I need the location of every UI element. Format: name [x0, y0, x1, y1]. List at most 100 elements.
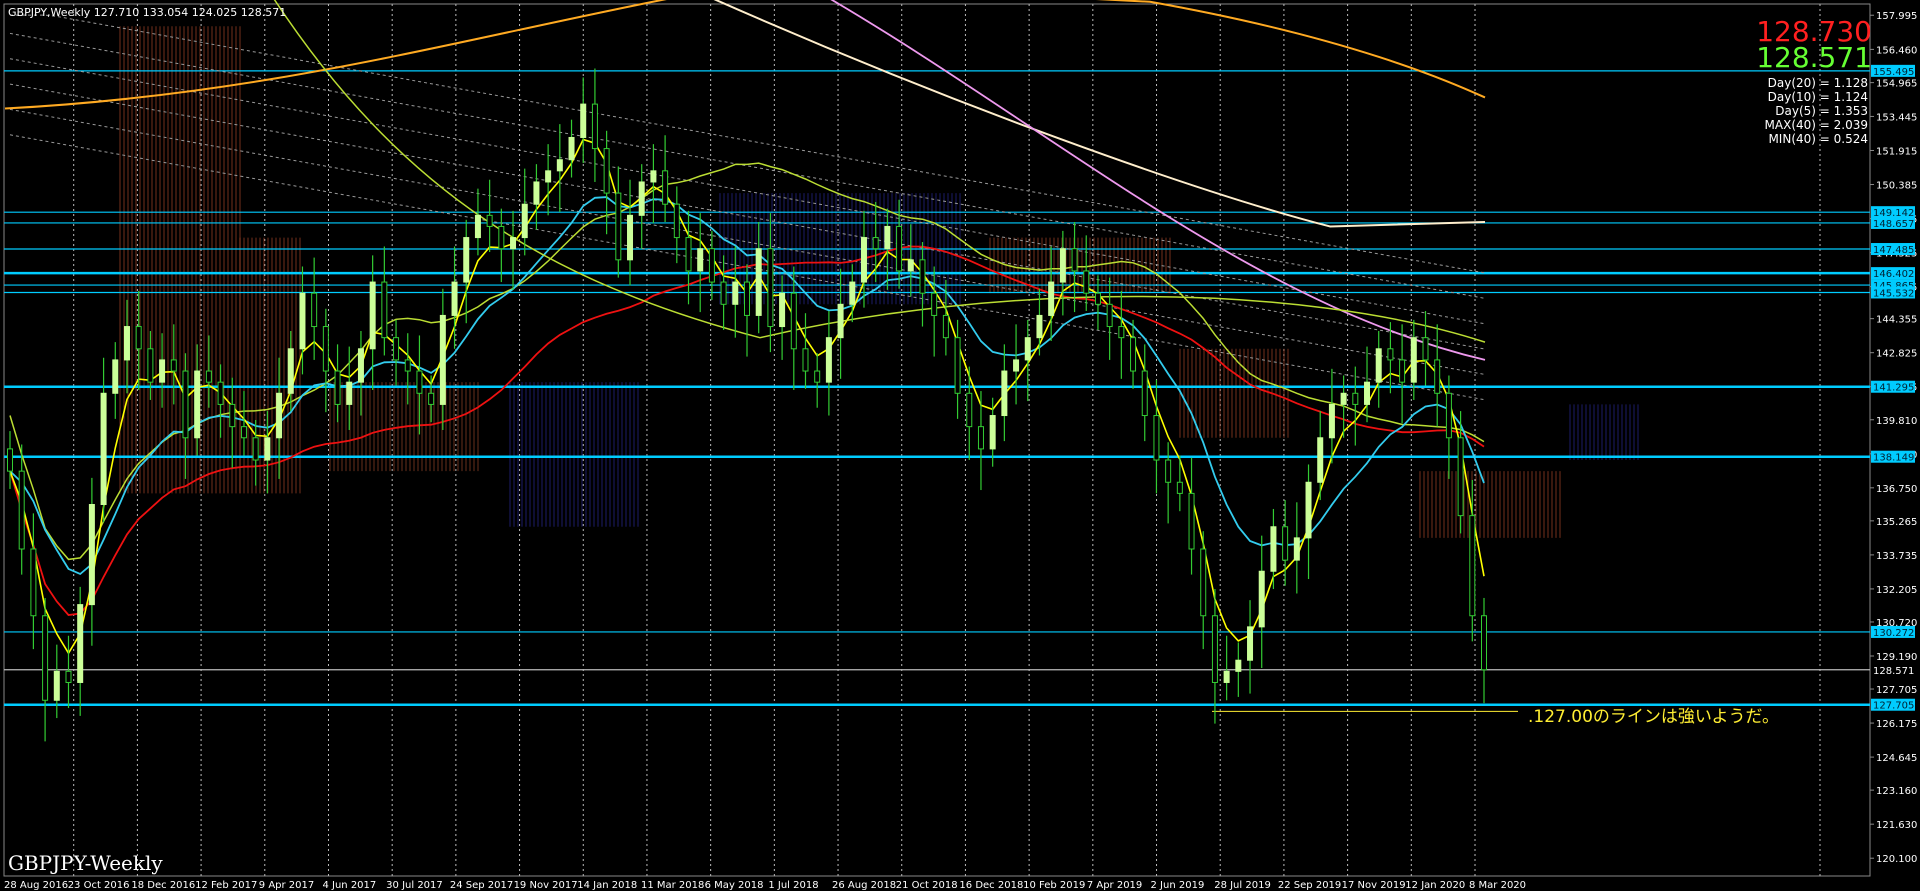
x-tick-label: 9 Apr 2017 [259, 880, 314, 891]
y-tick-label: 121.630 [1876, 820, 1917, 831]
x-tick-label: 18 Dec 2016 [131, 880, 195, 891]
level-label: 148.657 [1873, 219, 1914, 230]
candle-body [88, 504, 95, 606]
x-tick-label: 17 Nov 2019 [1342, 880, 1406, 891]
y-tick-label: 150.385 [1876, 181, 1917, 192]
candle-body [1176, 481, 1183, 494]
candle-body [510, 237, 517, 250]
candle-body [369, 281, 376, 350]
level-label: 128.571 [1873, 666, 1914, 677]
candle-body [65, 670, 72, 683]
x-tick-label: 30 Jul 2017 [386, 880, 443, 891]
candle-body [205, 370, 212, 383]
candle-body [1118, 326, 1125, 339]
candle-body [1153, 415, 1160, 461]
candle-body [825, 337, 832, 383]
candle-body [30, 548, 37, 617]
x-tick-label: 14 Jan 2018 [577, 880, 637, 891]
candle-body [486, 214, 493, 227]
candle-body [1211, 615, 1218, 683]
candle-body [697, 248, 704, 272]
x-tick-label: 4 Jun 2017 [322, 880, 376, 891]
price-chart[interactable]: 28 Aug 2016 23 Oct 2016 18 Dec 2016 12 Feb … [0, 0, 1920, 891]
y-tick-label: 136.750 [1876, 484, 1917, 495]
candle-body [1270, 526, 1277, 572]
candle-body [872, 237, 879, 250]
candle-body [603, 148, 610, 194]
y-tick-label: 154.965 [1876, 79, 1917, 90]
candle-body [147, 348, 154, 383]
y-tick-label: 156.460 [1876, 45, 1917, 56]
candle-body [755, 248, 762, 316]
candle-body [1434, 359, 1441, 394]
candle-body [1223, 670, 1230, 683]
candle-body [451, 281, 458, 316]
candle-body [1340, 392, 1347, 405]
candle-body [357, 348, 364, 383]
level-label: 147.485 [1873, 245, 1914, 256]
level-label: 146.402 [1873, 269, 1914, 280]
y-tick-label: 129.190 [1876, 652, 1917, 663]
candle-body [346, 381, 353, 405]
candle-body [381, 281, 388, 339]
y-tick-label: 139.810 [1876, 416, 1917, 427]
x-tick-label: 23 Oct 2016 [68, 880, 130, 891]
candle-body [638, 181, 645, 216]
stat-min40: MIN(40) = 0.524 [1768, 132, 1868, 146]
candle-body [182, 370, 189, 439]
candle-body [977, 426, 984, 450]
candle-body [1387, 348, 1394, 361]
x-tick-label: 22 Sep 2019 [1278, 880, 1341, 891]
candle-body [135, 326, 142, 350]
chart-header: GBPJPY,Weekly 127.710 133.054 124.025 12… [8, 6, 287, 19]
candle-body [1235, 659, 1242, 672]
y-tick-label: 124.645 [1876, 753, 1917, 764]
candle-body [322, 326, 329, 372]
candle-body [287, 348, 294, 394]
candle-body [860, 237, 867, 283]
candle-body [299, 292, 306, 350]
candle-body [662, 170, 669, 205]
candle-body [1422, 337, 1429, 361]
candle-body [896, 225, 903, 272]
x-tick-label: 26 Aug 2018 [832, 880, 896, 891]
chart-window: 28 Aug 2016 23 Oct 2016 18 Dec 2016 12 Feb … [0, 0, 1920, 891]
candle-body [1059, 248, 1066, 283]
candle-body [252, 437, 259, 461]
candle-body [720, 281, 727, 305]
candle-body [802, 348, 809, 372]
candle-body [884, 225, 891, 250]
candle-body [1375, 348, 1382, 383]
candle-body [1469, 515, 1476, 617]
candle-body [919, 259, 926, 294]
x-tick-label: 24 Sep 2017 [450, 880, 513, 891]
x-tick-label: 12 Jan 2020 [1405, 880, 1465, 891]
candle-body [1317, 437, 1324, 483]
candle-body [615, 192, 622, 261]
x-tick-label: 28 Aug 2016 [4, 880, 68, 891]
candle-body [1130, 337, 1137, 372]
candle-body [7, 448, 13, 472]
candle-body [1410, 337, 1417, 383]
stat-day20: Day(20) = 1.128 [1767, 76, 1868, 90]
candle-body [954, 337, 961, 394]
level-label: 127.705 [1873, 701, 1914, 712]
x-tick-label: 1 Jul 2018 [768, 880, 818, 891]
x-tick-label: 11 Mar 2018 [641, 880, 704, 891]
candle-body [1293, 537, 1300, 561]
candle-body [1258, 570, 1265, 628]
y-tick-label: 132.205 [1876, 585, 1917, 596]
candle-body [732, 281, 739, 305]
level-label: 155.495 [1873, 67, 1914, 78]
candle-body [159, 359, 166, 383]
candle-body [849, 281, 856, 305]
candle-body [18, 470, 25, 550]
y-tick-label: 135.265 [1876, 517, 1917, 528]
candle-body [428, 392, 435, 405]
candle-body [112, 359, 119, 394]
x-tick-label: 8 Mar 2020 [1469, 880, 1526, 891]
candle-body [311, 292, 318, 328]
candle-body [1071, 248, 1078, 272]
ma-cream-line [713, 0, 1486, 228]
x-tick-label: 2 Jun 2019 [1151, 880, 1205, 891]
